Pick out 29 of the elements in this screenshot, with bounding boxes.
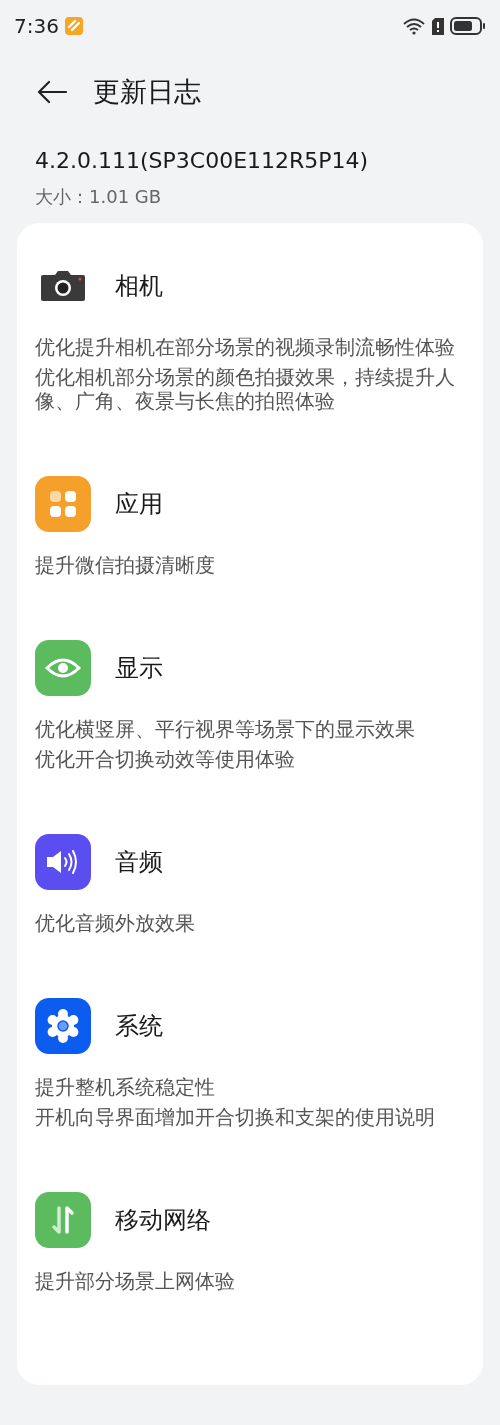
speaker-icon — [35, 834, 91, 890]
change-note: 优化音频外放效果 — [35, 912, 196, 936]
change-note: 优化相机部分场景的颜色拍摄效果，持续提升人像、广角、夜景与长焦的拍照体验 — [35, 366, 456, 414]
data-transfer-icon — [35, 1192, 91, 1248]
wifi-icon — [402, 17, 426, 35]
section-title: 音频 — [115, 847, 163, 878]
section-title: 移动网络 — [115, 1205, 211, 1236]
back-button[interactable] — [37, 80, 67, 104]
version-number: 4.2.0.111(SP3C00E112R5P14) — [34, 148, 370, 173]
change-note: 优化横竖屏、平行视界等场景下的显示效果 — [35, 718, 416, 742]
package-size: 大小：1.01 GB — [34, 185, 163, 209]
sim-alert-icon — [432, 17, 444, 35]
change-note: 优化提升相机在部分场景的视频录制流畅性体验 — [35, 336, 456, 360]
change-note: 优化开合切换动效等使用体验 — [35, 748, 296, 772]
section-title: 应用 — [115, 489, 163, 520]
section-title: 系统 — [115, 1011, 163, 1042]
page-title: 更新日志 — [93, 75, 201, 109]
section-title: 相机 — [115, 271, 163, 302]
change-note: 提升部分场景上网体验 — [35, 1270, 236, 1294]
settings-icon — [35, 998, 91, 1054]
change-note: 提升微信拍摄清晰度 — [35, 554, 216, 578]
notification-icon — [64, 17, 83, 35]
eye-icon — [35, 640, 91, 696]
change-note: 开机向导界面增加开合切换和支架的使用说明 — [35, 1106, 436, 1130]
section-title: 显示 — [115, 653, 163, 684]
battery-icon — [450, 17, 486, 35]
apps-icon — [35, 476, 91, 532]
status-time: 7:36 — [14, 14, 59, 38]
change-note: 提升整机系统稳定性 — [35, 1076, 216, 1100]
